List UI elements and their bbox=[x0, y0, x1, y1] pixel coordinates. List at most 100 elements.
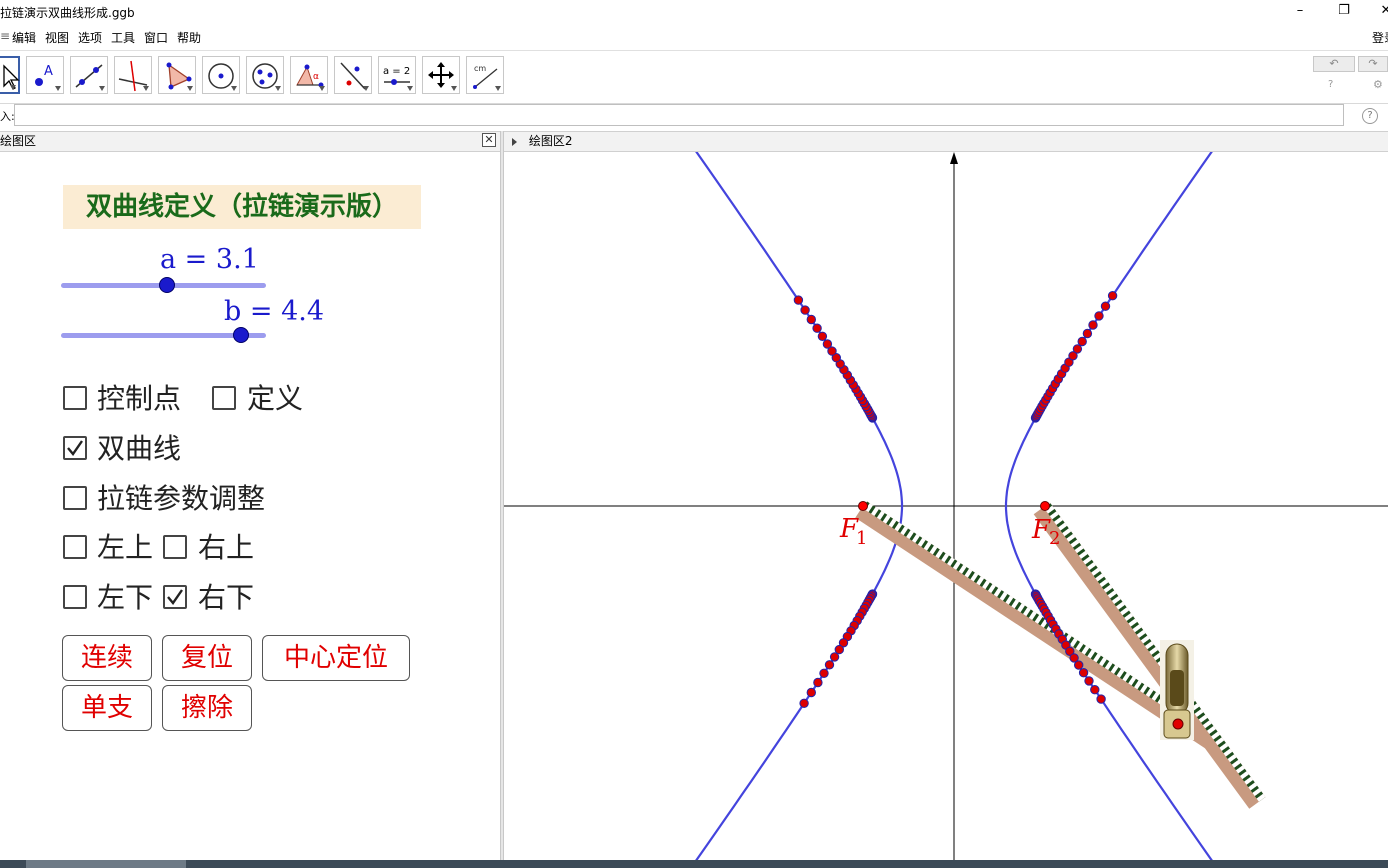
menu-edit[interactable]: 编辑 bbox=[12, 29, 36, 46]
status-scroll-thumb[interactable] bbox=[26, 860, 186, 868]
checkbox-label-lower-right: 右下 bbox=[198, 581, 255, 614]
perpendicular-tool[interactable] bbox=[114, 56, 152, 94]
definition-title: 双曲线定义（拉链演示版） bbox=[63, 185, 421, 229]
input-field[interactable] bbox=[14, 104, 1344, 126]
point-tool[interactable]: A bbox=[26, 56, 64, 94]
svg-text:A: A bbox=[44, 64, 53, 79]
trace-point-lower-left bbox=[813, 677, 823, 688]
continuous-button[interactable]: 连续 bbox=[62, 635, 152, 681]
settings-icon[interactable]: ⚙ bbox=[1373, 78, 1383, 91]
checkbox-lower-left[interactable] bbox=[63, 585, 87, 609]
checkbox-zipper-params[interactable] bbox=[63, 486, 87, 510]
slider-tool[interactable]: a = 2 bbox=[378, 56, 416, 94]
hyperbola-graph[interactable]: F 1 F 2 bbox=[504, 152, 1388, 860]
checkbox-label-upper-right: 右上 bbox=[198, 531, 255, 564]
trace-point-lower-right bbox=[1074, 660, 1084, 670]
trace-point-lower-left bbox=[806, 687, 816, 698]
focus-f2-subscript: 2 bbox=[1049, 528, 1060, 549]
window-title: 拉链演示双曲线形成.ggb bbox=[0, 6, 135, 20]
move-tool[interactable] bbox=[0, 56, 20, 94]
svg-text:α: α bbox=[313, 72, 319, 82]
checkbox-label-zipper-params: 拉链参数调整 bbox=[97, 482, 266, 515]
minimize-button[interactable]: – bbox=[1288, 2, 1312, 20]
help-icon[interactable]: ? bbox=[1328, 79, 1333, 90]
trace-point-upper-left bbox=[812, 323, 822, 333]
menu-tools[interactable]: 工具 bbox=[111, 29, 135, 46]
svg-text:cm: cm bbox=[474, 64, 486, 73]
move-view-tool[interactable] bbox=[422, 56, 460, 94]
slider-b-label: b = 4.4 bbox=[224, 296, 325, 327]
checkbox-upper-left[interactable] bbox=[63, 535, 87, 559]
trace-point-lower-right bbox=[1078, 668, 1089, 678]
status-bar bbox=[0, 860, 1388, 868]
checkbox-label-hyperbola: 双曲线 bbox=[97, 432, 182, 465]
trace-point-lower-right bbox=[1090, 685, 1100, 695]
checkbox-lower-right[interactable] bbox=[163, 585, 187, 609]
checkbox-label-lower-left: 左下 bbox=[97, 581, 154, 614]
focus-f2-label: F bbox=[1031, 515, 1051, 545]
expand-triangle-icon[interactable] bbox=[512, 137, 517, 146]
title-bar: 拉链演示双曲线形成.ggb – ❐ ✕ bbox=[0, 0, 1388, 24]
focus-f1[interactable] bbox=[858, 501, 868, 511]
polygon-tool[interactable] bbox=[158, 56, 196, 94]
trace-point-upper-right bbox=[1077, 336, 1087, 347]
undo-button[interactable]: ↶ bbox=[1313, 56, 1355, 72]
checkmark-icon bbox=[167, 589, 183, 605]
trace-point-upper-left bbox=[806, 314, 816, 325]
input-label: 入: bbox=[0, 110, 15, 123]
menu-options[interactable]: 选项 bbox=[78, 29, 102, 46]
checkbox-control-points[interactable] bbox=[63, 386, 87, 410]
focus-f1-subscript: 1 bbox=[856, 528, 867, 549]
trace-point-upper-right bbox=[1082, 328, 1093, 339]
slider-a-label: a = 3.1 bbox=[160, 244, 259, 275]
slider-a-knob[interactable] bbox=[158, 277, 175, 293]
checkbox-hyperbola[interactable] bbox=[63, 436, 87, 460]
trace-point-upper-right bbox=[1088, 320, 1098, 330]
input-help-icon[interactable]: ? bbox=[1362, 108, 1378, 124]
right-graphics-view[interactable]: F 1 F 2 bbox=[504, 152, 1388, 860]
erase-button[interactable]: 擦除 bbox=[162, 685, 252, 731]
zipper-pull-icon[interactable] bbox=[1160, 640, 1194, 740]
menu-help[interactable]: 帮助 bbox=[177, 29, 201, 46]
redo-button[interactable]: ↷ bbox=[1358, 56, 1388, 72]
reset-button[interactable]: 复位 bbox=[162, 635, 252, 681]
checkbox-upper-right[interactable] bbox=[163, 535, 187, 559]
menu-login[interactable]: 登录 bbox=[1372, 29, 1388, 46]
trace-point-lower-left bbox=[799, 698, 809, 708]
trace-point-upper-right bbox=[1094, 311, 1104, 321]
menu-bar: ≡ 编辑 视图 选项 工具 窗口 帮助 登录 bbox=[0, 26, 1388, 48]
trace-point-lower-left bbox=[824, 660, 835, 670]
svg-text:a = 2: a = 2 bbox=[383, 66, 410, 77]
trace-point-lower-right bbox=[1096, 694, 1106, 704]
conic-tool[interactable] bbox=[246, 56, 284, 94]
menu-overflow-icon[interactable]: ≡ bbox=[0, 29, 10, 43]
circle-tool[interactable] bbox=[202, 56, 240, 94]
line-tool[interactable] bbox=[70, 56, 108, 94]
close-panel-icon[interactable]: ✕ bbox=[482, 133, 496, 147]
right-panel-header: 绘图区2 bbox=[504, 131, 1388, 152]
trace-point-upper-left bbox=[822, 339, 833, 349]
menu-view[interactable]: 视图 bbox=[45, 29, 69, 46]
angle-tool[interactable]: α bbox=[290, 56, 328, 94]
checkbox-label-control-points: 控制点 bbox=[97, 382, 182, 415]
center-position-button[interactable]: 中心定位 bbox=[262, 635, 410, 681]
trace-point-lower-left bbox=[819, 668, 829, 678]
menu-window[interactable]: 窗口 bbox=[144, 29, 168, 46]
y-axis-arrow-icon bbox=[950, 152, 958, 164]
trace-point-lower-left bbox=[834, 644, 844, 655]
right-panel-title: 绘图区2 bbox=[528, 134, 573, 148]
traced-points bbox=[793, 291, 1118, 708]
trace-point-upper-right bbox=[1072, 344, 1083, 354]
restore-button[interactable]: ❐ bbox=[1332, 2, 1356, 20]
checkbox-definition[interactable] bbox=[212, 386, 236, 410]
reflect-tool[interactable] bbox=[334, 56, 372, 94]
left-panel-header: 绘图区 bbox=[0, 131, 500, 152]
measure-tool[interactable]: cm bbox=[466, 56, 504, 94]
single-branch-button[interactable]: 单支 bbox=[62, 685, 152, 731]
trace-point-upper-left bbox=[800, 305, 810, 315]
checkbox-label-definition: 定义 bbox=[247, 382, 304, 415]
trace-point-upper-right bbox=[1107, 291, 1118, 301]
close-button[interactable]: ✕ bbox=[1374, 2, 1388, 20]
focus-f2[interactable] bbox=[1040, 501, 1050, 511]
checkbox-label-upper-left: 左上 bbox=[97, 531, 154, 564]
